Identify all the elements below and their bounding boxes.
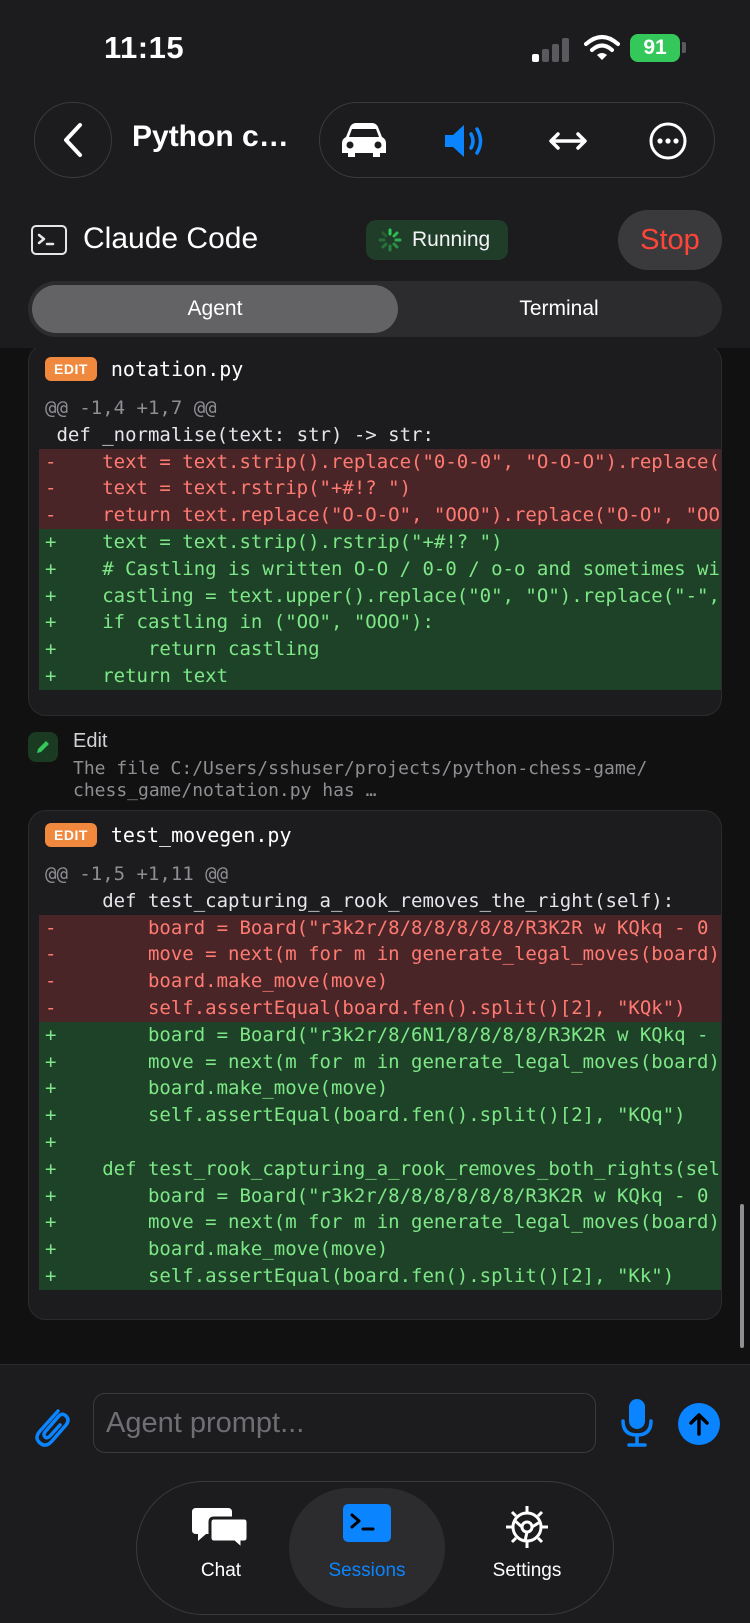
tool-event[interactable]: Edit The file C:/Users/sshuser/projects/… [28, 726, 722, 801]
speaker-button[interactable] [424, 103, 508, 179]
pencil-icon [28, 732, 58, 762]
tool-event-description: The file C:/Users/sshuser/projects/pytho… [73, 758, 648, 801]
status-bar: 11:15 91 [0, 0, 750, 96]
back-button[interactable] [34, 102, 112, 178]
agent-prompt-input[interactable] [93, 1393, 596, 1453]
wifi-icon [584, 35, 620, 60]
arrow-up-icon [689, 1413, 709, 1436]
composer: Chat Sessions Settings [0, 1364, 750, 1623]
diff-line: + board.make_move(move) [39, 1236, 721, 1263]
arrows-left-right-icon [549, 132, 587, 150]
edit-card: EDIT test_movegen.py @@ -1,5 +1,11 @@ de… [28, 810, 722, 1320]
diff-line: + board = Board("r3k2r/8/8/8/8/8/8/R3K2R… [39, 1182, 721, 1210]
diff-line: + if castling in ("OO", "OOO"): [39, 609, 721, 637]
diff-line: + # Castling is written O-O / 0-0 / o-o … [39, 555, 721, 583]
diff-line: - move = next(m for m in generate_legal_… [39, 941, 721, 969]
diff-line: + self.assertEqual(board.fen().split()[2… [39, 1262, 721, 1290]
diff-view: @@ -1,4 +1,7 @@ def _normalise(text: str… [39, 395, 721, 690]
diff-line: + def test_rook_capturing_a_rook_removes… [39, 1155, 721, 1183]
paperclip-icon[interactable] [28, 1401, 72, 1453]
tab-terminal[interactable]: Terminal [400, 285, 718, 333]
tab-agent[interactable]: Agent [32, 285, 398, 333]
diff-line: - self.assertEqual(board.fen().split()[2… [39, 994, 721, 1022]
status-badge: Running [366, 220, 508, 260]
diff-line: - return text.replace("O-O-O", "OOO").re… [39, 502, 721, 529]
edit-filename: test_movegen.py [110, 823, 292, 847]
diff-line: - text = text.rstrip("+#!? ") [39, 475, 721, 503]
speaker-wave-icon [445, 125, 483, 157]
diff-view: @@ -1,5 +1,11 @@ def test_capturing_a_ro… [39, 861, 721, 1290]
battery-icon: 91 [630, 34, 680, 62]
edit-card: EDIT notation.py @@ -1,4 +1,7 @@ def _no… [28, 348, 722, 716]
diff-line: + self.assertEqual(board.fen().split()[2… [39, 1102, 721, 1129]
terminal-icon [31, 225, 67, 255]
edit-filename: notation.py [110, 357, 244, 381]
diff-line: + board = Board("r3k2r/8/6N1/8/8/8/8/R3K… [39, 1021, 721, 1049]
edit-badge: EDIT [45, 357, 97, 381]
diff-line: + move = next(m for m in generate_legal_… [39, 1209, 721, 1237]
diff-line: + [39, 1128, 721, 1156]
gear-icon [506, 1506, 548, 1548]
stop-button[interactable]: Stop [618, 210, 722, 270]
battery-nub [682, 42, 686, 53]
tab-chat[interactable]: Chat [143, 1488, 299, 1608]
diff-line: - board = Board("r3k2r/8/8/8/8/8/8/R3K2R… [39, 914, 721, 942]
diff-line: + return text [39, 662, 721, 690]
diff-line: + text = text.strip().rstrip("+#!? ") [39, 528, 721, 556]
tab-sessions-label: Sessions [328, 1560, 406, 1581]
tab-sessions[interactable]: Sessions [289, 1488, 445, 1608]
send-button[interactable] [678, 1403, 720, 1445]
ellipsis-circle-icon [649, 122, 687, 160]
agent-transcript[interactable]: EDIT notation.py @@ -1,4 +1,7 @@ def _no… [0, 348, 750, 1364]
chevron-left-icon [64, 123, 82, 157]
diff-line: + return castling [39, 636, 721, 663]
cellular-signal-icon [532, 38, 572, 62]
expand-width-button[interactable] [526, 103, 610, 179]
diff-line: + board.make_move(move) [39, 1075, 721, 1103]
edit-badge: EDIT [45, 823, 97, 847]
status-badge-label: Running [412, 228, 491, 251]
terminal-icon [343, 1504, 391, 1542]
diff-line: + castling = text.upper().replace("0", "… [39, 582, 721, 610]
scrollbar[interactable] [740, 1204, 744, 1348]
diff-line: def test_capturing_a_rook_removes_the_ri… [45, 889, 675, 912]
page-title: Python ch... [132, 120, 300, 153]
more-options-button[interactable] [626, 103, 710, 179]
header-actions [319, 102, 715, 178]
spinner-icon [378, 228, 402, 252]
diff-line: + move = next(m for m in generate_legal_… [39, 1048, 721, 1076]
car-icon [342, 123, 386, 157]
diff-line: @@ -1,4 +1,7 @@ [45, 397, 217, 419]
status-time: 11:15 [104, 30, 185, 65]
diff-line: - text = text.strip().replace("0-0-0", "… [39, 448, 721, 476]
tab-bar: Chat Sessions Settings [136, 1481, 614, 1615]
tab-settings[interactable]: Settings [449, 1488, 605, 1608]
tab-settings-label: Settings [492, 1560, 562, 1581]
session-title: Claude Code [83, 222, 259, 255]
diff-line: def _normalise(text: str) -> str: [45, 423, 434, 446]
tab-chat-label: Chat [200, 1560, 242, 1581]
car-mode-button[interactable] [322, 103, 406, 179]
chat-bubbles-icon [192, 1508, 250, 1552]
view-segmented-control: Agent Terminal [28, 281, 722, 337]
diff-line: - board.make_move(move) [39, 968, 721, 995]
diff-line: @@ -1,5 +1,11 @@ [45, 863, 229, 885]
tool-event-title: Edit [73, 730, 108, 752]
microphone-icon[interactable] [620, 1397, 654, 1449]
